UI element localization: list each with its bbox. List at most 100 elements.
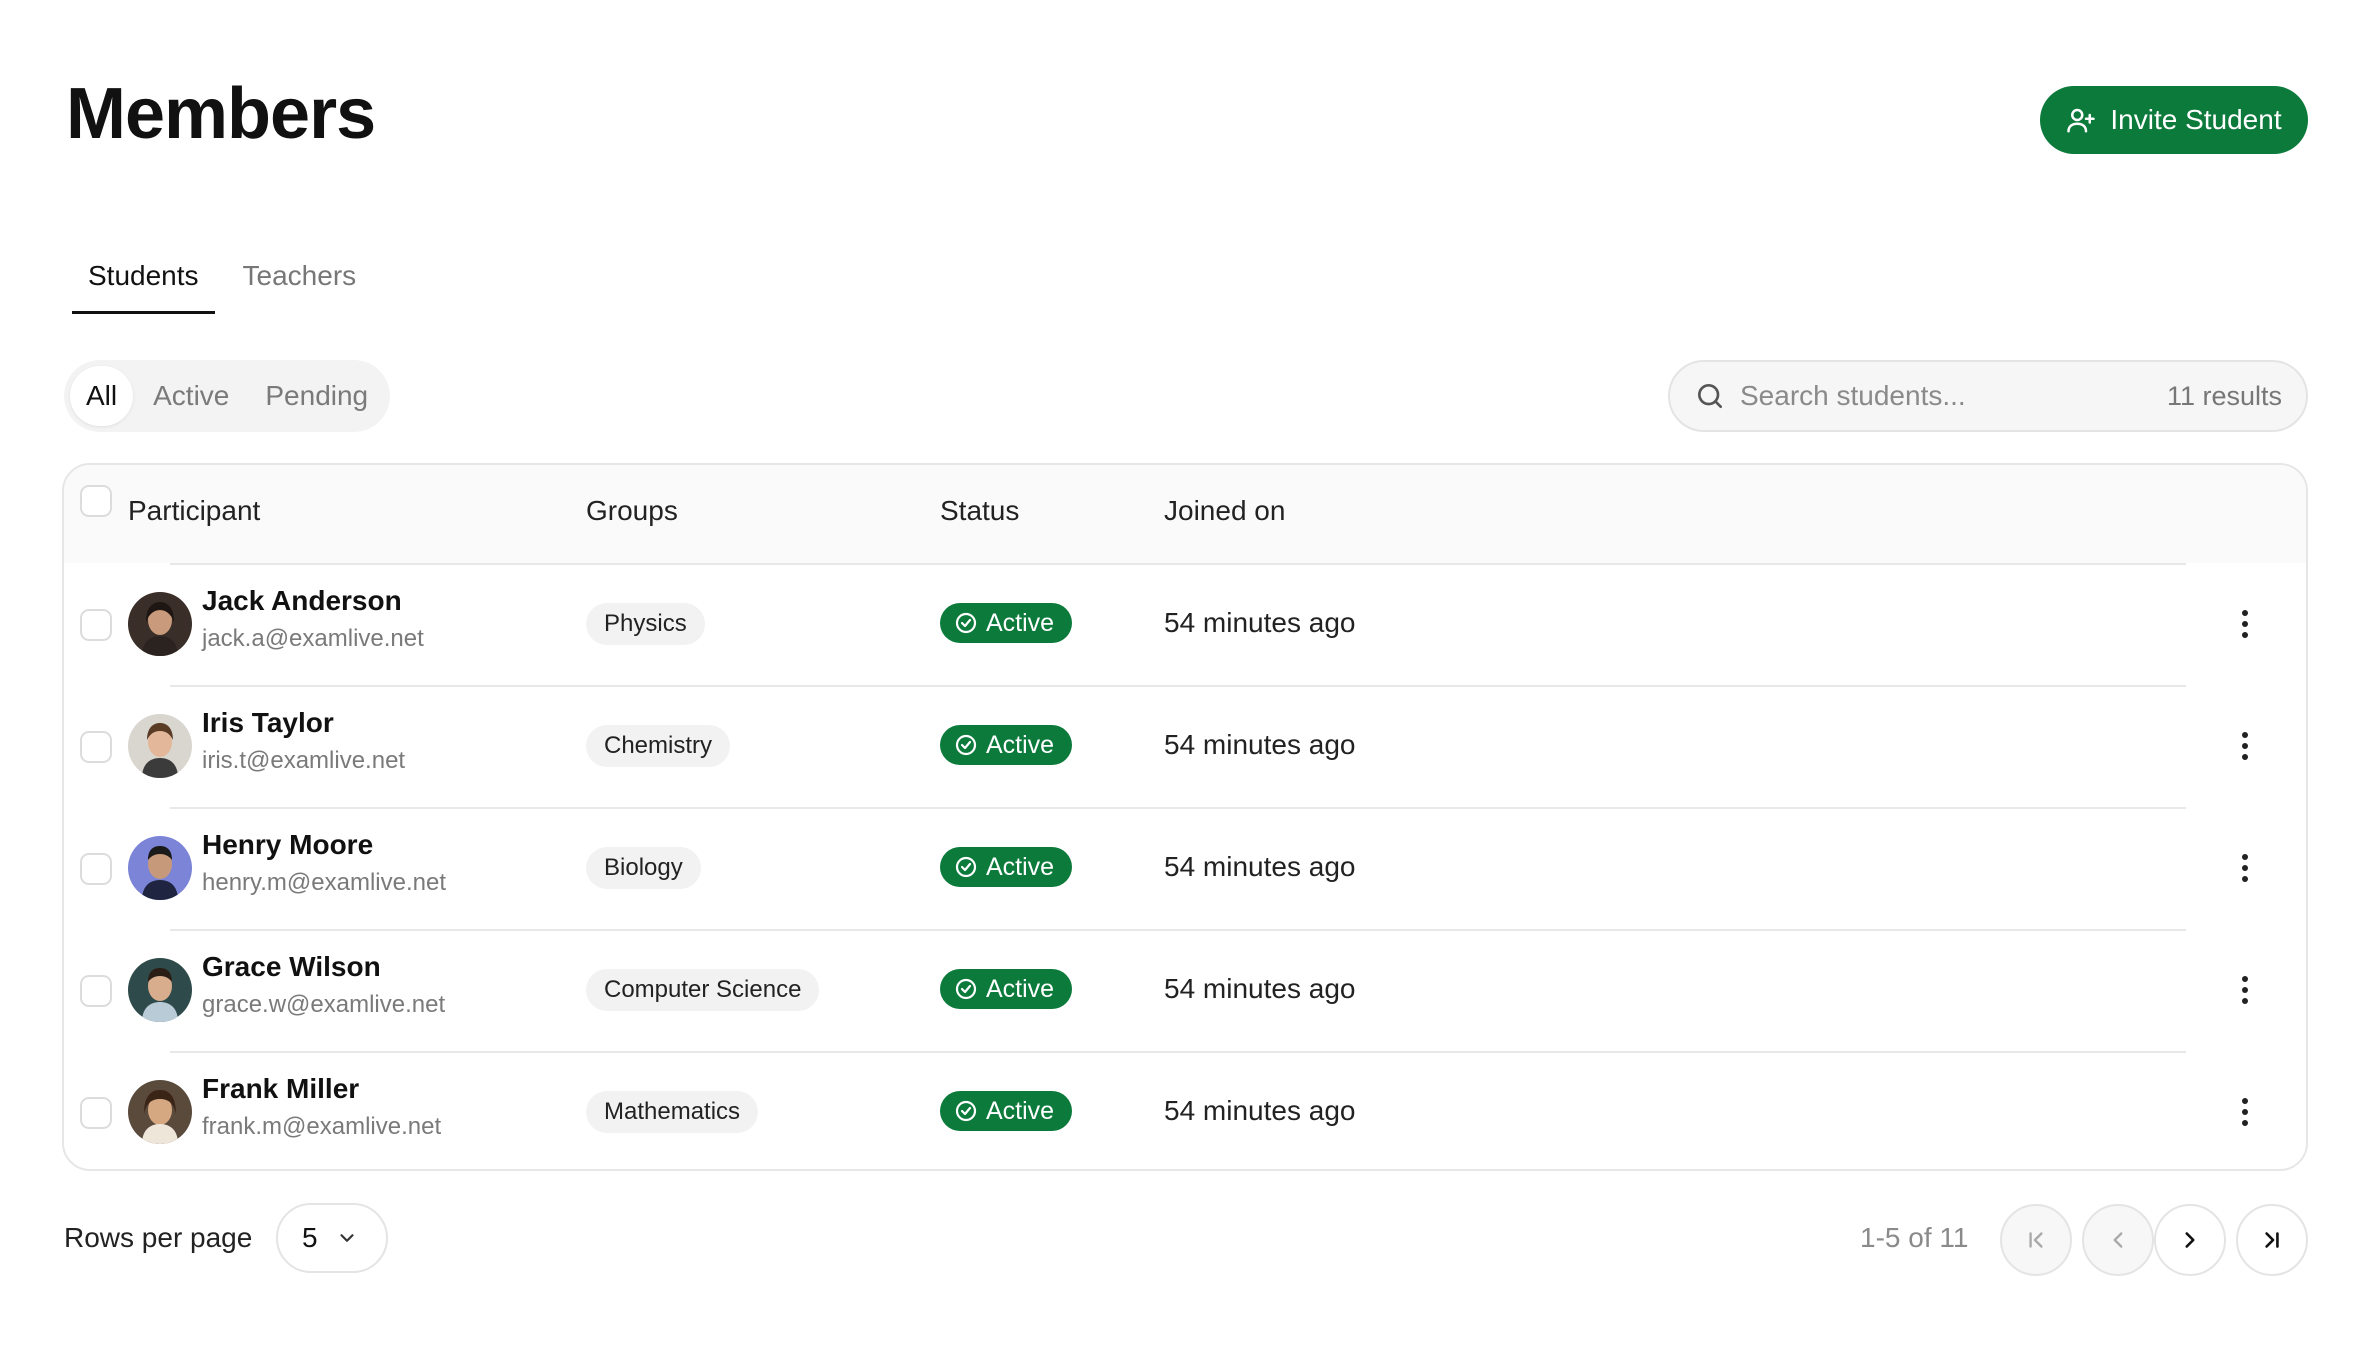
user-plus-icon xyxy=(2067,108,2096,133)
column-joined: Joined on xyxy=(1164,495,1286,526)
row-checkbox[interactable] xyxy=(80,1097,112,1129)
table-row[interactable]: Iris Taylor iris.t@examlive.net Chemistr… xyxy=(64,685,2306,807)
row-divider xyxy=(170,685,2186,687)
row-divider xyxy=(170,563,2186,565)
status-filter-group: All Active Pending xyxy=(64,360,391,432)
avatar xyxy=(128,592,192,656)
participant-email: frank.m@examlive.net xyxy=(202,1113,442,1140)
tab-teachers[interactable]: Teachers xyxy=(227,250,373,314)
participant-name: Grace Wilson xyxy=(202,951,381,982)
more-dot xyxy=(2242,754,2248,760)
group-chip: Physics xyxy=(586,603,705,645)
status-badge: Active xyxy=(940,847,1073,887)
check-circle-icon xyxy=(955,978,977,1000)
more-dot xyxy=(2242,987,2248,993)
group-chip: Computer Science xyxy=(586,969,820,1011)
table-row[interactable]: Jack Anderson jack.a@examlive.net Physic… xyxy=(64,563,2306,685)
first-page-button[interactable] xyxy=(2000,1204,2072,1276)
avatar xyxy=(128,958,192,1022)
column-groups: Groups xyxy=(586,495,678,526)
group-chip: Chemistry xyxy=(586,725,731,767)
search-icon xyxy=(1698,384,1722,408)
participant-email: grace.w@examlive.net xyxy=(202,991,446,1018)
rows-per-page-select[interactable]: 5 xyxy=(276,1203,388,1273)
joined-time: 54 minutes ago xyxy=(1164,851,1356,882)
status-label: Active xyxy=(986,608,1055,637)
rows-per-page-label: Rows per page xyxy=(64,1222,253,1253)
chevron-down-icon xyxy=(339,1234,354,1242)
row-divider xyxy=(170,929,2186,931)
status-badge: Active xyxy=(940,1091,1073,1131)
more-dot xyxy=(2242,1120,2248,1126)
search-input[interactable] xyxy=(1740,380,2167,412)
more-dot xyxy=(2242,1109,2248,1115)
rows-per-page-value: 5 xyxy=(302,1222,318,1253)
filter-active[interactable]: Active xyxy=(137,366,245,426)
status-badge: Active xyxy=(940,725,1073,765)
status-label: Active xyxy=(986,1096,1055,1125)
participant-name: Frank Miller xyxy=(202,1073,360,1104)
participant-email: jack.a@examlive.net xyxy=(202,625,424,652)
avatar xyxy=(128,714,192,778)
last-page-button[interactable] xyxy=(2236,1204,2308,1276)
results-count: 11 results xyxy=(2166,380,2282,411)
more-dot xyxy=(2242,632,2248,638)
row-actions-button[interactable] xyxy=(2230,724,2260,768)
participant-name: Jack Anderson xyxy=(202,585,402,616)
more-dot xyxy=(2242,743,2248,749)
group-chip: Biology xyxy=(586,847,701,889)
filter-all[interactable]: All xyxy=(70,366,134,426)
column-participant: Participant xyxy=(128,495,261,526)
more-vertical-icon xyxy=(2242,976,2248,982)
row-checkbox[interactable] xyxy=(80,609,112,641)
participant-name: Henry Moore xyxy=(202,829,374,860)
table-row[interactable]: Frank Miller frank.m@examlive.net Mathem… xyxy=(64,1051,2306,1169)
search-bar: 11 results xyxy=(1668,360,2308,432)
row-actions-button[interactable] xyxy=(2230,846,2260,890)
invite-student-button[interactable]: Invite Student xyxy=(2040,86,2308,154)
invite-student-label: Invite Student xyxy=(2110,104,2282,135)
row-actions-button[interactable] xyxy=(2230,602,2260,646)
row-checkbox[interactable] xyxy=(80,731,112,763)
table-row[interactable]: Grace Wilson grace.w@examlive.net Comput… xyxy=(64,929,2306,1051)
more-vertical-icon xyxy=(2242,1098,2248,1104)
table-row[interactable]: Henry Moore henry.m@examlive.net Biology… xyxy=(64,807,2306,929)
more-vertical-icon xyxy=(2242,854,2248,860)
pagination-range: 1-5 of 11 xyxy=(1860,1222,1969,1253)
group-chip: Mathematics xyxy=(586,1091,759,1133)
more-vertical-icon xyxy=(2242,610,2248,616)
status-label: Active xyxy=(986,852,1055,881)
page-title: Members xyxy=(66,74,376,154)
participant-email: iris.t@examlive.net xyxy=(202,747,406,774)
tab-students[interactable]: Students xyxy=(72,250,215,314)
status-badge: Active xyxy=(940,969,1073,1009)
first-page-icon xyxy=(2029,1232,2043,1248)
check-circle-icon xyxy=(955,1100,977,1122)
select-all-checkbox[interactable] xyxy=(80,485,112,517)
joined-time: 54 minutes ago xyxy=(1164,729,1356,760)
joined-time: 54 minutes ago xyxy=(1164,1095,1356,1126)
participant-email: henry.m@examlive.net xyxy=(202,869,447,896)
participant-name: Iris Taylor xyxy=(202,707,334,738)
column-status: Status xyxy=(940,495,1020,526)
joined-time: 54 minutes ago xyxy=(1164,973,1356,1004)
avatar xyxy=(128,1080,192,1144)
next-page-button[interactable] xyxy=(2154,1204,2226,1276)
row-divider xyxy=(170,807,2186,809)
last-page-icon xyxy=(2265,1232,2279,1248)
status-badge: Active xyxy=(940,603,1073,643)
row-actions-button[interactable] xyxy=(2230,1090,2260,1134)
row-divider xyxy=(170,1051,2186,1053)
row-checkbox[interactable] xyxy=(80,853,112,885)
avatar xyxy=(128,836,192,900)
status-label: Active xyxy=(986,974,1055,1003)
more-vertical-icon xyxy=(2242,732,2248,738)
row-actions-button[interactable] xyxy=(2230,968,2260,1012)
filter-pending[interactable]: Pending xyxy=(249,366,384,426)
row-checkbox[interactable] xyxy=(80,975,112,1007)
more-dot xyxy=(2242,876,2248,882)
check-circle-icon xyxy=(955,734,977,756)
students-table: Participant Groups Status Joined on Jack… xyxy=(62,463,2308,1171)
previous-page-button[interactable] xyxy=(2082,1204,2154,1276)
table-header: Participant Groups Status Joined on xyxy=(64,465,2306,563)
